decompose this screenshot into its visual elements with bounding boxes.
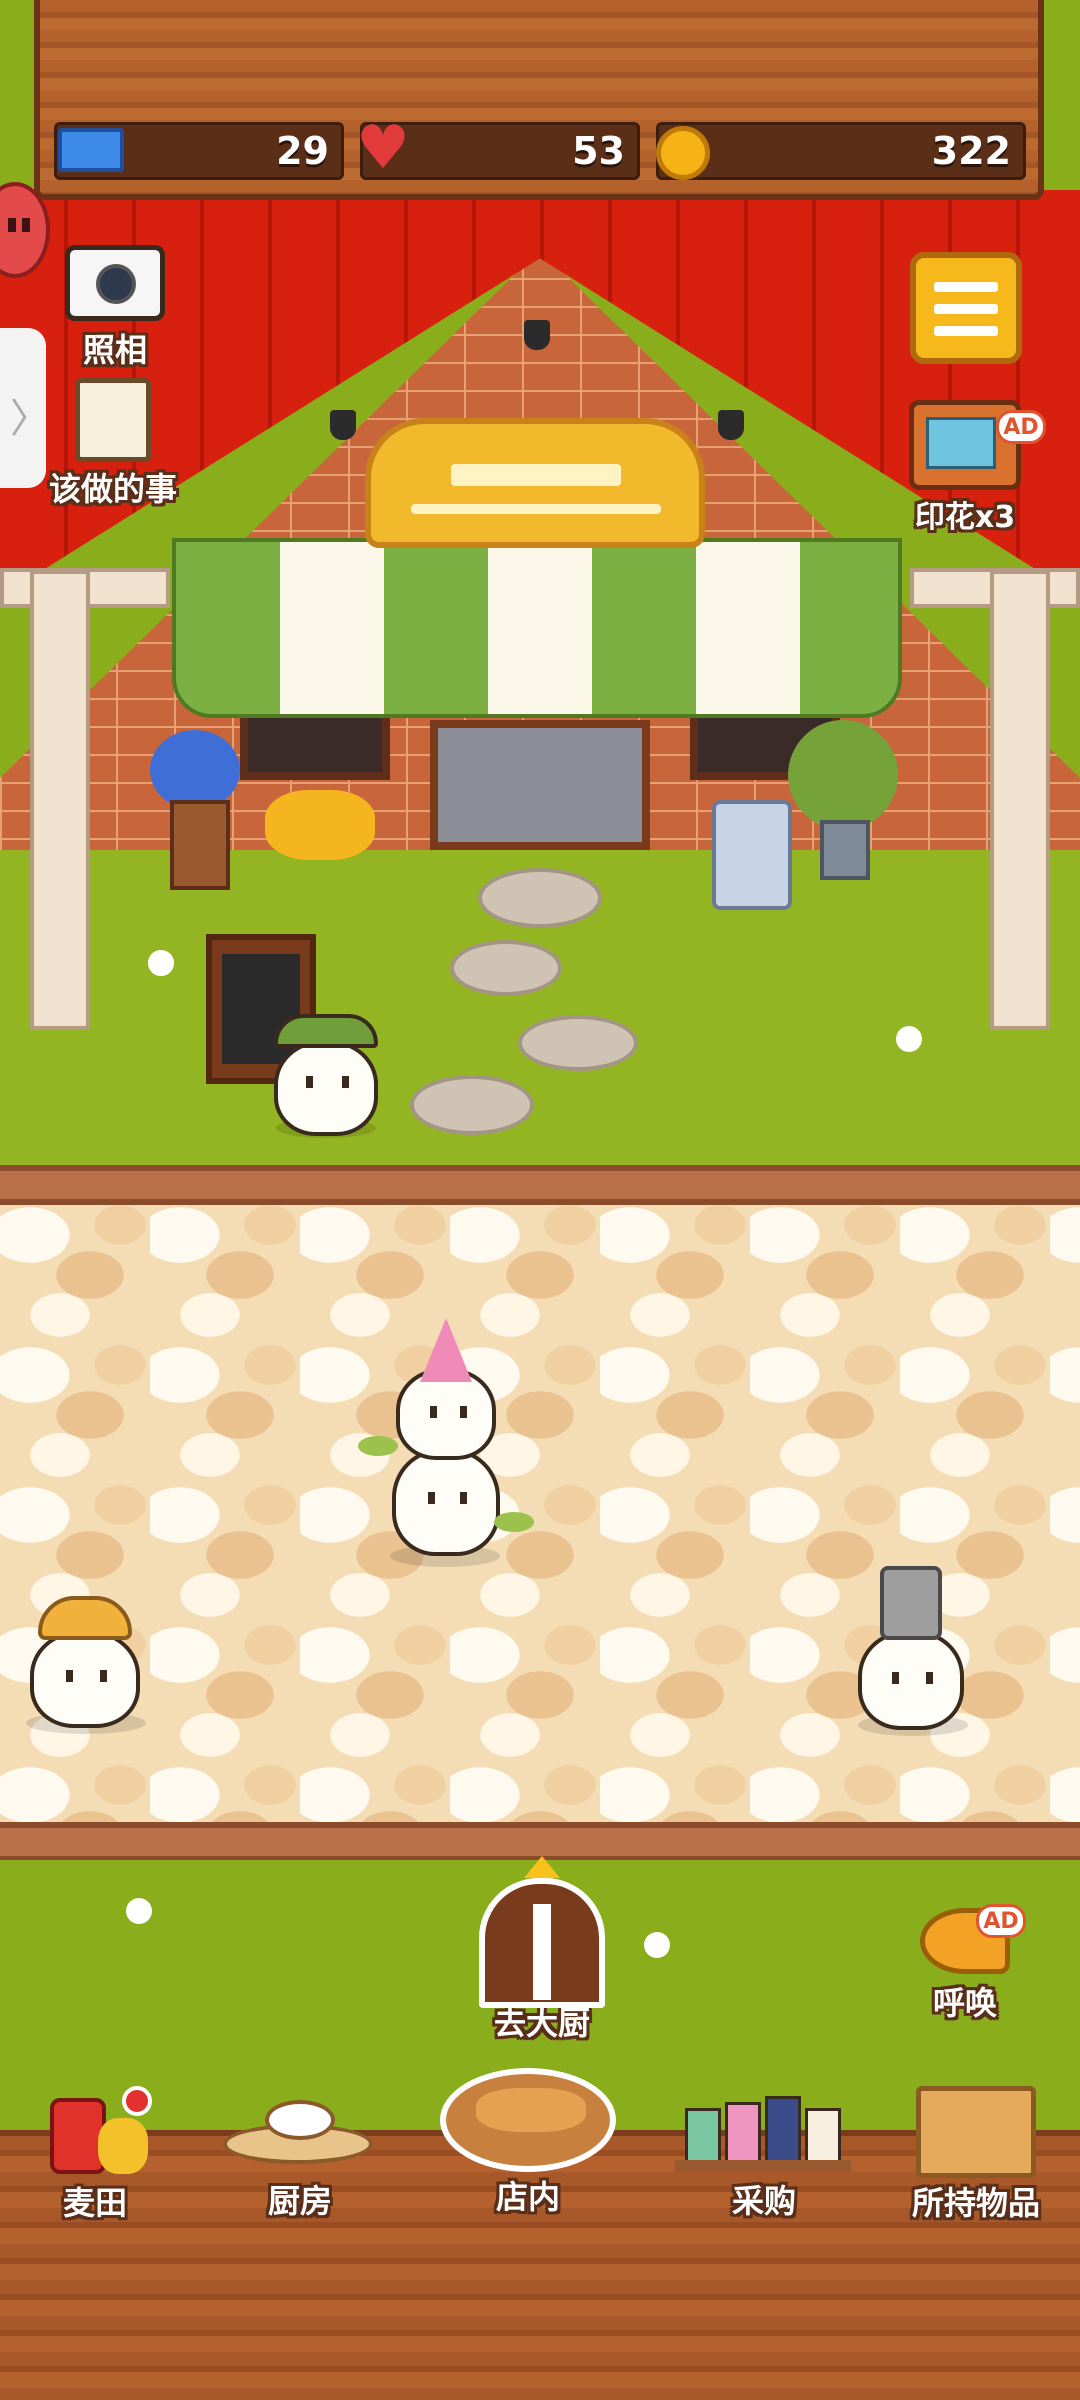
- chair-icon: [712, 800, 792, 910]
- lamp-icon: [718, 410, 744, 440]
- heart-icon: ♥: [356, 113, 410, 183]
- customer-character[interactable]: [392, 1448, 500, 1556]
- nav-label: 采购: [731, 2182, 796, 2220]
- tickets-value: 29: [276, 129, 329, 173]
- left-pillar: [30, 570, 90, 1030]
- ad-badge: AD: [976, 1904, 1026, 1938]
- stepping-stone: [518, 1015, 638, 1071]
- customer-character[interactable]: [30, 1630, 140, 1728]
- plaza-border-top: [0, 1165, 1080, 1205]
- wheat-icon: [40, 2086, 152, 2178]
- stepping-stone: [410, 1075, 534, 1135]
- photo-button[interactable]: 照相: [50, 245, 180, 371]
- kitchen-icon: [215, 2080, 385, 2176]
- nav-shop[interactable]: 店内: [436, 2068, 620, 2218]
- nav-label: 厨房: [267, 2182, 332, 2220]
- shop-stalls-icon: [669, 2088, 859, 2176]
- shop-awning: [172, 538, 902, 718]
- daisy-icon: [644, 1932, 670, 1958]
- bread-basket-icon: [440, 2068, 616, 2172]
- top-hat-icon: [880, 1566, 942, 1640]
- ticket-icon: [58, 128, 124, 172]
- potted-tree-icon: [788, 720, 898, 830]
- nav-wheat-field[interactable]: 麦田: [20, 2086, 170, 2224]
- main-menu-button[interactable]: [910, 252, 1022, 364]
- nav-inventory[interactable]: 所持物品: [896, 2086, 1056, 2224]
- shop-signboard: [365, 418, 705, 548]
- camera-icon: [65, 245, 165, 321]
- flower-stand: [170, 800, 230, 890]
- notification-dot: [122, 2086, 152, 2116]
- leaf-icon: [358, 1436, 398, 1456]
- clipboard-icon: [75, 378, 151, 462]
- stepping-stone: [478, 868, 602, 928]
- arrow-up-icon: [524, 1856, 560, 1878]
- leaf-icon: [494, 1512, 534, 1532]
- coins-counter: 322: [656, 122, 1026, 180]
- daisy-icon: [148, 950, 174, 976]
- nav-purchase[interactable]: 采购: [664, 2088, 864, 2222]
- todo-label: 该做的事: [48, 470, 177, 508]
- go-to-kitchen-button[interactable]: 去大厨: [462, 1856, 622, 2044]
- party-hat-icon: [420, 1318, 472, 1382]
- lamp-icon: [524, 320, 550, 350]
- blue-flower-pot-icon: [150, 730, 240, 810]
- daisy-icon: [126, 1898, 152, 1924]
- tree-pot: [820, 820, 870, 880]
- box-icon: [916, 2086, 1036, 2178]
- todo-button[interactable]: 该做的事: [38, 378, 188, 510]
- lamp-icon: [330, 410, 356, 440]
- stamp-label: 印花x3: [914, 500, 1016, 535]
- right-pillar: [990, 570, 1050, 1030]
- call-label: 呼唤: [932, 1984, 997, 2022]
- stepping-stone: [450, 940, 562, 996]
- photo-label: 照相: [82, 331, 147, 369]
- yellow-flower-box-icon: [265, 790, 375, 860]
- nav-label: 店内: [495, 2178, 560, 2216]
- nav-kitchen[interactable]: 厨房: [210, 2080, 390, 2222]
- ad-badge: AD: [996, 410, 1046, 444]
- hearts-value: 53: [572, 129, 625, 173]
- door-icon: [479, 1878, 605, 2008]
- nav-label: 麦田: [62, 2184, 127, 2222]
- coin-icon: [656, 126, 710, 180]
- shop-entrance[interactable]: [430, 720, 650, 850]
- daisy-icon: [896, 1026, 922, 1052]
- coins-value: 322: [931, 129, 1011, 173]
- customer-character[interactable]: [858, 1630, 964, 1730]
- staff-character[interactable]: [274, 1014, 378, 1136]
- nav-label: 所持物品: [911, 2184, 1040, 2222]
